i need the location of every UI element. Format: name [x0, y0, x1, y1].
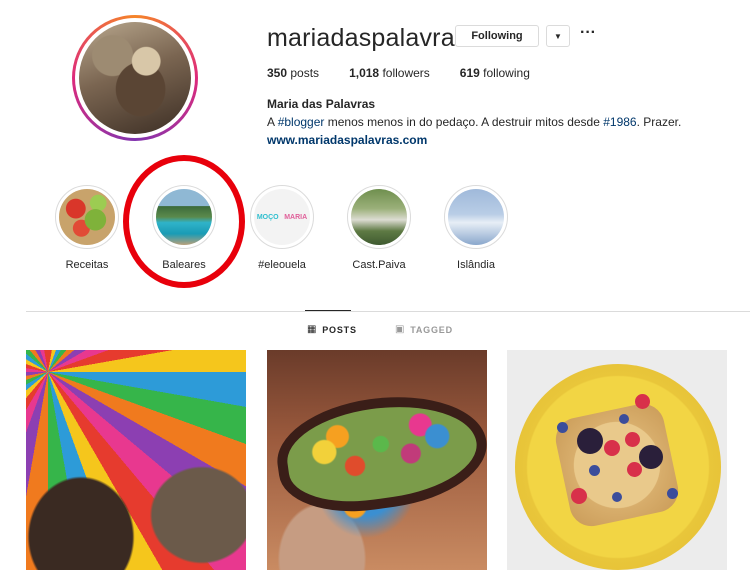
highlight-cover — [351, 189, 407, 245]
profile-avatar[interactable] — [72, 15, 198, 141]
full-name: Maria das Palavras — [267, 97, 376, 111]
avatar-image — [79, 22, 191, 134]
following-label: following — [483, 66, 530, 80]
grid-icon: ▦ — [307, 324, 318, 335]
highlight-ring: MOÇO MARIA — [250, 185, 314, 249]
highlight-castpaiva[interactable]: Cast.Paiva — [347, 185, 411, 271]
bio-text: A — [267, 115, 278, 129]
tab-tagged[interactable]: ▣ TAGGED — [395, 324, 453, 335]
highlight-label: #eleouela — [258, 259, 306, 271]
berry — [577, 428, 603, 454]
berry — [571, 488, 587, 504]
highlight-receitas[interactable]: Receitas — [55, 185, 119, 271]
highlight-ring — [55, 185, 119, 249]
followers-label: followers — [382, 66, 430, 80]
tab-label: POSTS — [322, 324, 357, 335]
username: mariadaspalavras — [267, 24, 468, 52]
berry — [625, 432, 640, 447]
following-count: 619 — [459, 66, 480, 80]
highlight-label: Receitas — [65, 259, 109, 271]
cover-text: MARIA — [284, 213, 308, 221]
highlight-label: Cast.Paiva — [352, 259, 406, 271]
highlight-cover — [59, 189, 115, 245]
berry — [627, 462, 642, 477]
website-link[interactable]: www.mariadaspalavras.com — [267, 133, 427, 147]
berry — [612, 492, 622, 502]
berry — [604, 440, 620, 456]
active-tab-indicator — [305, 310, 351, 311]
hashtag-link[interactable]: #blogger — [278, 115, 325, 129]
post-image — [26, 350, 246, 570]
following-stat[interactable]: 619 following — [460, 66, 530, 80]
tab-label: TAGGED — [410, 324, 453, 335]
highlight-label: Islândia — [457, 259, 495, 271]
post-french-toast[interactable] — [507, 350, 727, 570]
berry — [667, 488, 678, 499]
posts-label: posts — [290, 66, 320, 80]
annotation-circle — [123, 155, 245, 288]
avatar-frame — [75, 18, 195, 138]
cover-text: MOÇO — [256, 213, 279, 221]
bio: A #blogger menos menos in do pedaço. A d… — [267, 115, 681, 129]
highlight-cover: MOÇO MARIA — [254, 189, 310, 245]
highlight-ring — [347, 185, 411, 249]
berry — [619, 414, 629, 424]
post-umbrellas[interactable] — [26, 350, 246, 570]
dropdown-button[interactable]: ▼ — [546, 25, 570, 47]
highlight-ring — [444, 185, 508, 249]
profile-stats: 350 posts 1,018 followers 619 following — [267, 66, 530, 80]
posts-count: 350 — [267, 66, 288, 80]
tagged-icon: ▣ — [395, 324, 406, 335]
followers-stat[interactable]: 1,018 followers — [349, 66, 430, 80]
chevron-down-icon: ▼ — [554, 31, 562, 41]
berry — [635, 394, 650, 409]
berry — [589, 465, 600, 476]
berry — [639, 445, 663, 469]
hashtag-link[interactable]: #1986 — [603, 115, 636, 129]
berry — [557, 422, 568, 433]
tabs-divider — [26, 311, 750, 312]
posts-stat: 350 posts — [267, 66, 319, 80]
more-options-icon[interactable]: ··· — [580, 24, 596, 42]
tab-posts[interactable]: ▦ POSTS — [307, 324, 357, 335]
highlight-islandia[interactable]: Islândia — [444, 185, 508, 271]
bio-text: menos menos in do pedaço. A destruir mit… — [324, 115, 604, 129]
post-sunglasses[interactable] — [267, 350, 487, 570]
followers-count: 1,018 — [349, 66, 380, 80]
following-button[interactable]: Following — [455, 25, 539, 47]
post-image-detail — [551, 399, 683, 531]
highlight-cover — [448, 189, 504, 245]
bio-text: . Prazer. — [636, 115, 682, 129]
highlight-eleouela[interactable]: MOÇO MARIA #eleouela — [250, 185, 314, 271]
